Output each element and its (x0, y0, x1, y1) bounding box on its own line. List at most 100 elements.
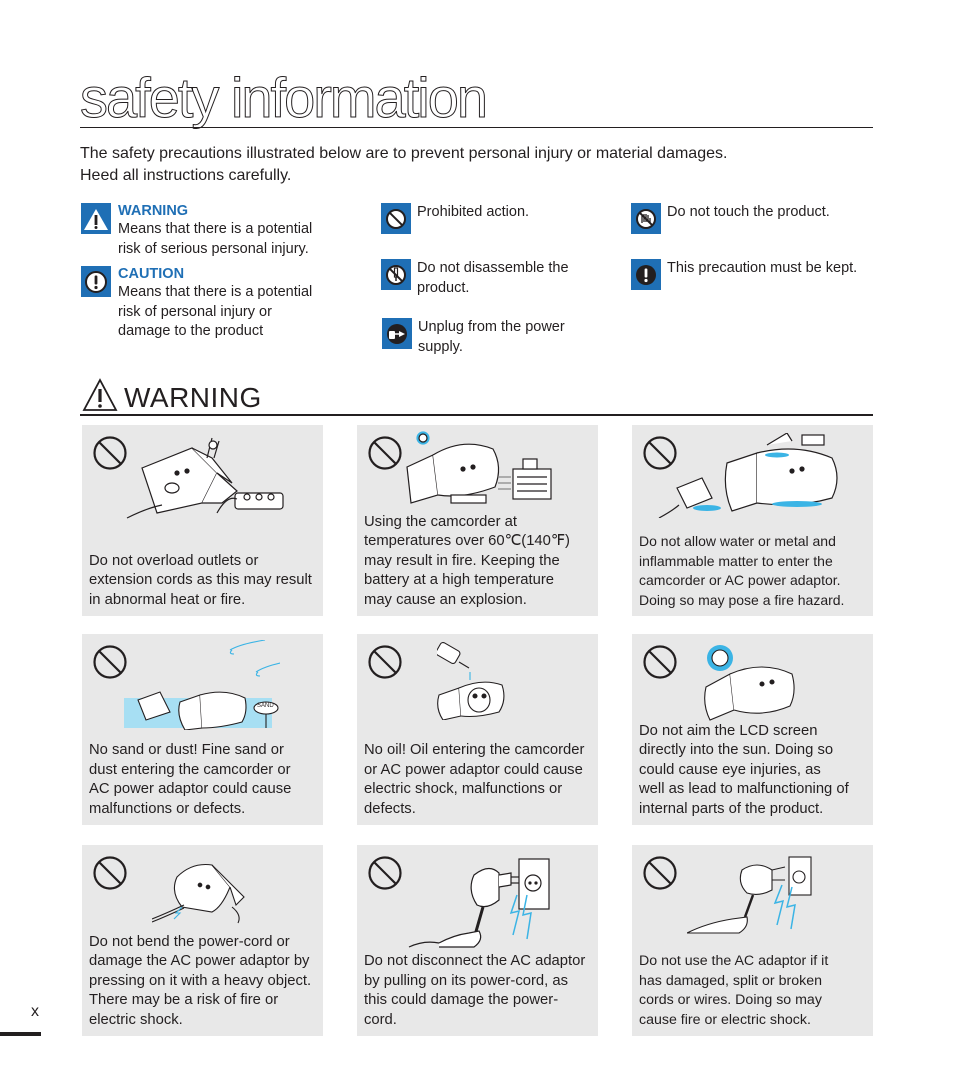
card-description: Do not disconnect the AC adaptor by pull… (364, 952, 594, 1030)
desc-line: electric shock. (89, 1011, 183, 1028)
warning-card-temperature: Using the camcorder at temperatures over… (357, 425, 598, 616)
prohibited-icon (367, 855, 403, 896)
legend-prohibited-text: Prohibited action. (417, 204, 530, 220)
card-description: Do not overload outlets or extension cor… (89, 552, 319, 611)
desc-line: No oil! Oil entering the camcorder (364, 742, 585, 758)
warning-triangle-icon (82, 378, 118, 417)
title-divider (80, 127, 873, 128)
desc-line: pressing on it with a heavy object. (89, 972, 312, 989)
desc-line: Doing so may pose a fire hazard. (639, 591, 845, 608)
desc-line: extension cords as this may result (89, 572, 312, 588)
legend-no-touch-text: Do not touch the product. (667, 204, 830, 220)
legend-caution-heading: CAUTION (118, 266, 185, 282)
warning-triangle-icon (81, 203, 111, 234)
desc-line: well as lead to malfunctioning of (639, 781, 849, 797)
desc-line: Do not allow water or metal and (639, 533, 836, 549)
desc-line: There may be a risk of fire or (89, 992, 279, 1008)
page-number: x (31, 1003, 39, 1020)
water-camcorder-illustration (657, 432, 847, 523)
prohibited-icon (367, 644, 403, 685)
legend-caution: CAUTION Means that there is a potential … (81, 266, 312, 342)
no-touch-icon (631, 203, 661, 234)
prohibited-icon (92, 855, 128, 896)
warning-card-sand: SAND No sand or dust! Fine sand or dust … (82, 634, 323, 825)
desc-line: internal parts of the product. (639, 800, 824, 817)
legend-unplug: Unplug from the power supply. (382, 318, 565, 357)
desc-line: this could damage the power- (364, 992, 559, 1008)
card-description: Do not bend the power-cord or damage the… (89, 933, 319, 1031)
desc-line: electric shock, malfunctions or (364, 781, 563, 797)
warning-card-water: Do not allow water or metal and inflamma… (632, 425, 873, 616)
desc-line: Do not bend the power-cord or (89, 933, 290, 950)
card-description: No oil! Oil entering the camcorder or AC… (364, 741, 594, 819)
legend-caution-line-3: damage to the product (118, 323, 264, 339)
prohibited-icon (642, 644, 678, 685)
desc-line: temperatures over 60℃(140℉) (364, 533, 570, 549)
card-description: Do not aim the LCD screen directly into … (639, 722, 869, 820)
page-number-bar (0, 1032, 41, 1036)
desc-line: AC power adaptor could cause (89, 781, 292, 797)
card-description: Do not allow water or metal and inflamma… (639, 532, 869, 610)
desc-line: has damaged, split or broken (639, 972, 822, 989)
caution-exclamation-circle-icon (81, 266, 111, 297)
desc-line: or AC power adaptor could cause (364, 761, 583, 778)
desc-line: inflammable matter to enter the (639, 552, 833, 569)
overloaded-outlet-illustration (117, 433, 287, 528)
prohibited-icon (642, 855, 678, 896)
desc-line: malfunctions or defects. (89, 800, 246, 817)
unplug-icon (382, 318, 412, 349)
section-divider (80, 414, 873, 416)
desc-line: battery at a high temperature (364, 572, 555, 588)
sand-dust-illustration (120, 639, 286, 735)
legend-unplug-line-2: supply. (418, 338, 463, 355)
card-description: No sand or dust! Fine sand or dust enter… (89, 741, 319, 819)
sand-sign-text: SAND (257, 703, 274, 709)
warning-card-oil: No oil! Oil entering the camcorder or AC… (357, 634, 598, 825)
legend-warning: WARNING Means that there is a potential … (81, 203, 312, 259)
legend-warning-line-1: Means that there is a potential (118, 221, 313, 237)
desc-line: cause fire or electric shock. (639, 1011, 811, 1028)
card-description: Do not use the AC adaptor if it has dama… (639, 952, 869, 1030)
warning-card-overload: Do not overload outlets or extension cor… (82, 425, 323, 616)
desc-line: by pulling on its power-cord, as (364, 972, 568, 989)
camcorder-heat-illustration (403, 427, 555, 512)
desc-line: Do not overload outlets or (89, 552, 259, 569)
prohibited-icon (367, 435, 403, 476)
desc-line: directly into the sun. Doing so (639, 742, 834, 758)
warning-section-header: WARNING (82, 378, 262, 417)
desc-line: Do not use the AC adaptor if it (639, 953, 829, 969)
legend-unplug-line-1: Unplug from the power (418, 319, 565, 335)
oil-camcorder-illustration (435, 640, 527, 725)
legend-no-disassemble-line-2: product. (417, 279, 470, 296)
intro-line-1: The safety precautions illustrated below… (80, 145, 728, 162)
desc-line: may result in fire. Keeping the (364, 552, 560, 569)
legend-prohibited: Prohibited action. (381, 203, 529, 234)
desc-line: damage the AC power adaptor by (89, 953, 310, 969)
legend-must-keep-text: This precaution must be kept. (667, 260, 858, 276)
crushed-adaptor-illustration (151, 857, 252, 932)
desc-line: No sand or dust! Fine sand or (89, 742, 284, 758)
legend-caution-line-1: Means that there is a potential (118, 284, 313, 300)
legend-caution-line-2: risk of personal injury or (118, 303, 272, 320)
legend-no-touch: Do not touch the product. (631, 203, 830, 234)
desc-line: Using the camcorder at (364, 513, 517, 530)
desc-line: camcorder or AC power adaptor. (639, 572, 841, 588)
desc-line: Do not aim the LCD screen (639, 722, 818, 739)
prohibited-icon (381, 203, 411, 234)
sun-lcd-illustration (702, 642, 812, 727)
no-disassemble-icon (381, 259, 411, 290)
warning-card-sun: Do not aim the LCD screen directly into … (632, 634, 873, 825)
desc-line: cord. (364, 1011, 397, 1028)
desc-line: dust entering the camcorder or (89, 761, 291, 778)
desc-line: could cause eye injuries, as (639, 761, 821, 778)
desc-line: in abnormal heat or fire. (89, 591, 246, 608)
legend-no-disassemble: Do not disassemble the product. (381, 259, 569, 298)
desc-line: Do not disconnect the AC adaptor (364, 953, 586, 969)
page-title: safety information (80, 66, 489, 130)
warning-card-damaged-cord: Do not use the AC adaptor if it has dama… (632, 845, 873, 1036)
desc-line: may cause an explosion. (364, 591, 527, 608)
desc-line: cords or wires. Doing so may (639, 992, 822, 1008)
legend-must-keep: This precaution must be kept. (631, 259, 857, 290)
legend-no-disassemble-line-1: Do not disassemble the (417, 260, 569, 276)
intro-text: The safety precautions illustrated below… (80, 143, 870, 187)
